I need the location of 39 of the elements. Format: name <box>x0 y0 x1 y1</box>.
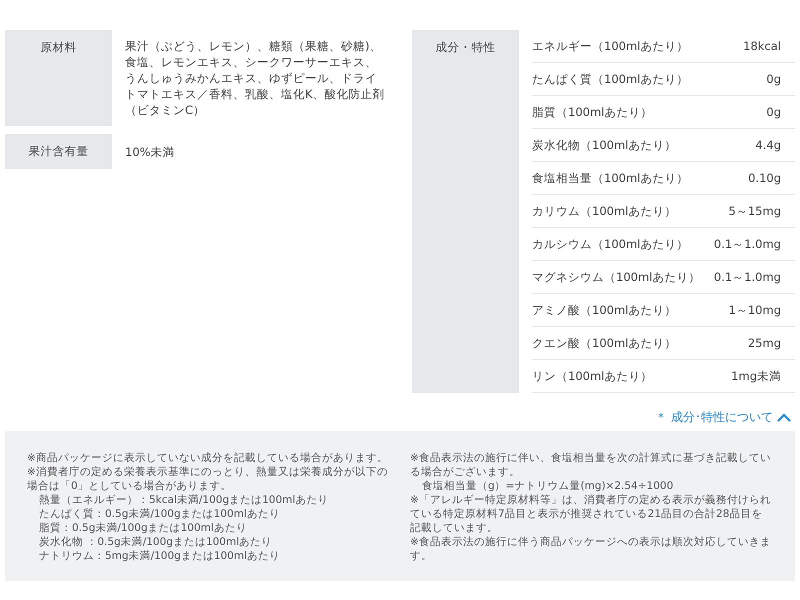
spec-label: 原材料 <box>5 30 112 126</box>
note-text: ※食品表示法の施行に伴う商品パッケージへの表示は順次対応していきます。 <box>410 535 772 563</box>
nutrient-name: カリウム（100mlあたり） <box>532 204 676 218</box>
nutrient-name: エネルギー（100mlあたり） <box>532 38 688 54</box>
spec-label: 成分・特性 <box>412 30 519 393</box>
nutrient-name: マグネシウム（100mlあたり） <box>532 270 700 284</box>
about-toggle-link[interactable]: ＊ 成分･特性について <box>655 409 791 426</box>
spec-value: 10%未満 <box>124 144 176 160</box>
nutrient-value: 0.10g <box>748 171 781 185</box>
note-text: ※食品表示法の施行に伴い、食塩相当量を次の計算式に基づき記載している場合がございます。 <box>410 451 772 479</box>
nutrient-name: 炭水化物（100mlあたり） <box>532 138 676 152</box>
nutrient-value: 0g <box>766 105 781 119</box>
nutrient-value: 1～10mg <box>728 302 781 318</box>
note-text: 熱量（エネルギー）：5kcal未満/100gまたは100mlあたり <box>38 493 330 507</box>
nutrient-value: 4.4g <box>755 138 781 152</box>
nutrient-value: 25mg <box>748 336 781 350</box>
note-text: ※「アレルギー特定原材料等」は、消費者庁の定める表示が義務付けられている特定原材料7品目と表示が推奨されている21品目の合計28品目を記載しています。 <box>410 493 772 535</box>
nutrient-value: 0g <box>766 72 781 86</box>
nutrient-name: たんぱく質（100mlあたり） <box>532 72 688 86</box>
note-text: 食塩相当量（g）=ナトリウム量(mg)×2.54÷1000 <box>421 479 674 493</box>
nutrient-value: 0.1～1.0mg <box>714 270 781 284</box>
note-text: ※消費者庁の定める栄養表示基準にのっとり、熱量又は栄養成分が以下の場合は「0」としている場合があります。 <box>27 465 389 493</box>
nutrient-value: 0.1～1.0mg <box>714 236 781 252</box>
note-text: ※商品パッケージに表示していない成分を記載している場合があります。 <box>27 451 389 465</box>
note-text: 炭水化物 ：0.5g未満/100gまたは100mlあたり <box>38 535 274 549</box>
nutrient-name: カルシウム（100mlあたり） <box>532 236 688 252</box>
nutrient-name: 食塩相当量（100mlあたり） <box>532 170 688 186</box>
nutrient-value: 5～15mg <box>728 204 781 218</box>
note-text: たんぱく質：0.5g未満/100gまたは100mlあたり <box>38 507 281 521</box>
spec-label: 果汁含有量 <box>5 134 112 169</box>
nutrient-value: 18kcal <box>743 39 781 53</box>
nutrient-name: クエン酸（100mlあたり） <box>532 336 676 350</box>
spec-value: 果汁（ぶどう、レモン）、糖類（果糖、砂糖)、食塩、レモンエキス、シークワーサーエキス、うんしゅうみかんエキス、ゆずピール、ドライトマトエキス／香料、乳酸、塩化K、酸化防止剤（ビタミンC） <box>124 38 386 119</box>
note-text: 脂質：0.5g未満/100gまたは100mlあたり <box>38 521 248 535</box>
nutrient-name: 脂質（100mlあたり） <box>532 104 652 120</box>
nutrient-name: アミノ酸（100mlあたり） <box>532 302 676 318</box>
note-text: ナトリウム：5mg未満/100gまたは100mlあたり <box>38 549 282 563</box>
nutrient-value: 1mg未満 <box>731 368 781 384</box>
nutrient-name: リン（100mlあたり） <box>532 368 652 384</box>
